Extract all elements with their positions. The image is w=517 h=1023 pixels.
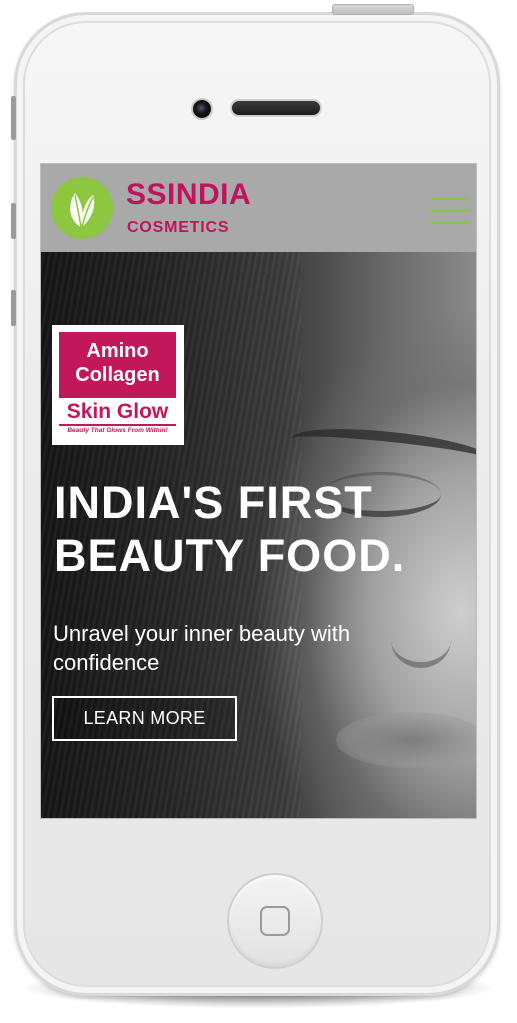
subtitle-line2: confidence xyxy=(53,650,160,675)
logo[interactable] xyxy=(51,177,113,239)
product-tagline: Beauty That Glows From Within! xyxy=(67,427,168,434)
volume-up-button xyxy=(11,203,16,239)
product-divider xyxy=(59,424,176,426)
home-button-icon[interactable] xyxy=(227,873,323,969)
headline-line2: BEAUTY FOOD. xyxy=(54,530,406,581)
photo-detail xyxy=(336,712,476,768)
headline-line1: INDIA'S FIRST xyxy=(54,477,373,528)
phone-screen: SSINDIA COSMETICS Amino Collagen Skin Gl… xyxy=(40,163,477,819)
hero-subtitle: Unravel your inner beauty with confidenc… xyxy=(53,619,433,677)
volume-down-button xyxy=(11,290,16,326)
subtitle-line1: Unravel your inner beauty with xyxy=(53,621,351,646)
product-line1: Amino xyxy=(86,340,149,362)
hamburger-menu-icon[interactable] xyxy=(430,197,468,225)
front-camera-icon xyxy=(191,98,213,120)
home-square-icon xyxy=(260,906,290,936)
site-header: SSINDIA COSMETICS xyxy=(41,164,476,252)
brand-name: SSINDIA xyxy=(126,178,252,211)
product-line3: Skin Glow xyxy=(66,400,169,423)
mute-switch xyxy=(11,96,16,140)
learn-more-button[interactable]: LEARN MORE xyxy=(52,696,237,741)
power-button xyxy=(332,4,414,15)
product-label-image: Amino Collagen Skin Glow Beauty That Glo… xyxy=(52,325,184,445)
hero-headline: INDIA'S FIRST BEAUTY FOOD. xyxy=(54,476,474,582)
photo-detail xyxy=(289,421,476,477)
product-line2: Collagen xyxy=(75,364,160,386)
product-label-top: Amino Collagen xyxy=(59,332,176,398)
leaf-icon xyxy=(70,193,95,228)
hero-banner: Amino Collagen Skin Glow Beauty That Glo… xyxy=(41,252,476,818)
brand-tagline: COSMETICS xyxy=(127,219,230,236)
earpiece-speaker xyxy=(230,99,322,117)
